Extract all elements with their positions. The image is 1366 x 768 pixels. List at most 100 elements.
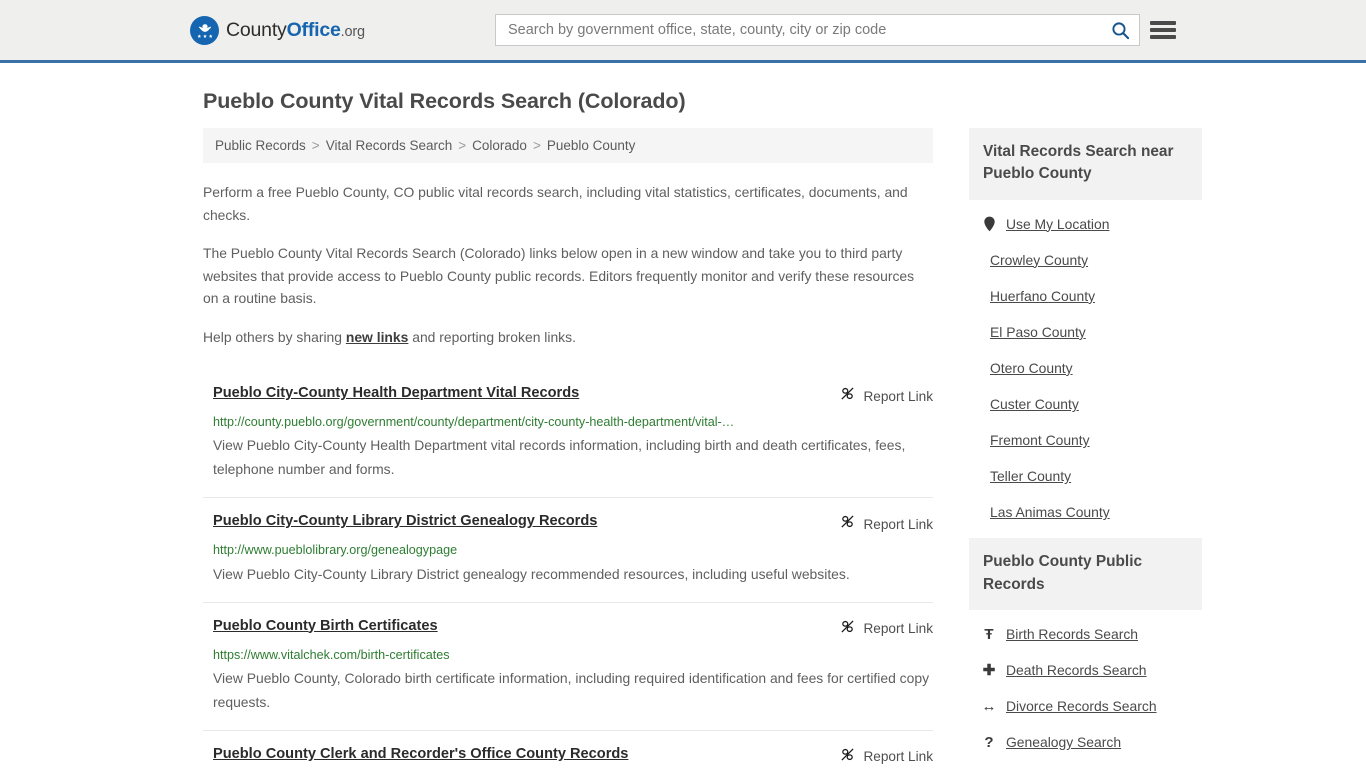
breadcrumb-item[interactable]: Colorado xyxy=(472,138,527,153)
result-item: Pueblo City-County Library District Gene… xyxy=(203,497,933,601)
breadcrumb-separator: > xyxy=(532,138,541,153)
sidebar-link[interactable]: Divorce Records Search xyxy=(1006,697,1157,715)
result-item: Pueblo City-County Health Department Vit… xyxy=(203,370,933,497)
broken-link-icon xyxy=(839,385,856,407)
hamburger-bar xyxy=(1150,21,1176,25)
breadcrumb-separator: > xyxy=(458,138,467,153)
sidebar-link[interactable]: Crowley County xyxy=(990,251,1088,269)
result-url: http://county.pueblo.org/government/coun… xyxy=(213,415,735,430)
sidebar-list-item[interactable]: Fremont County xyxy=(969,422,1202,458)
sidebar-list-item[interactable]: Ŧ Birth Records Search xyxy=(969,616,1202,652)
sidebar-link[interactable]: Las Animas County xyxy=(990,503,1110,521)
sidebar-link[interactable]: El Paso County xyxy=(990,323,1086,341)
breadcrumb-item[interactable]: Vital Records Search xyxy=(326,138,453,153)
result-header: Pueblo City-County Health Department Vit… xyxy=(213,384,933,407)
sidebar-panel: Pueblo County Public Records Ŧ Birth Recor… xyxy=(969,538,1202,768)
main-content: Public Records > Vital Records Search > Colo… xyxy=(203,128,933,768)
sidebar-list-item[interactable]: ↔ Divorce Records Search xyxy=(969,688,1202,724)
page-container: Pueblo County Vital Records Search (Colo… xyxy=(0,89,1366,768)
sidebar-list-item[interactable]: ? Genealogy Search xyxy=(969,724,1202,760)
intro-paragraph-2: The Pueblo County Vital Records Search (… xyxy=(203,245,915,307)
brand-part-tld: .org xyxy=(340,23,365,40)
search-bar[interactable] xyxy=(495,14,1140,46)
breadcrumb-separator: > xyxy=(311,138,320,153)
sidebar-panel-list: Use My Location Crowley County Huerfano Co… xyxy=(969,200,1202,531)
site-logo[interactable]: CountyOffice.org xyxy=(190,15,365,45)
result-item: Pueblo County Clerk and Recorder's Offic… xyxy=(203,729,933,768)
report-link-button[interactable]: Report Link xyxy=(839,617,933,640)
sidebar-list-item[interactable]: Crowley County xyxy=(969,242,1202,278)
baby-icon: Ŧ xyxy=(984,625,994,643)
brand-part-office: Office xyxy=(286,18,341,41)
result-header: Pueblo County Birth Certificates Report L… xyxy=(213,617,933,640)
intro-text: Perform a free Pueblo County, CO public … xyxy=(203,181,933,348)
broken-link-icon xyxy=(839,513,856,535)
sidebar-link[interactable]: Genealogy Search xyxy=(1006,733,1121,751)
intro-paragraph-1: Perform a free Pueblo County, CO public … xyxy=(203,184,908,223)
report-link-label: Report Link xyxy=(863,621,933,637)
hamburger-menu-button[interactable] xyxy=(1150,19,1176,41)
search-icon xyxy=(1111,21,1129,39)
new-links-link[interactable]: new links xyxy=(346,329,409,345)
sidebar-list-item[interactable]: Las Animas County xyxy=(969,494,1202,530)
sidebar-link[interactable]: Huerfano County xyxy=(990,287,1095,305)
broken-link-icon xyxy=(839,746,856,768)
broken-link-icon xyxy=(839,618,856,640)
breadcrumb: Public Records > Vital Records Search > Colo… xyxy=(203,128,933,163)
report-link-label: Report Link xyxy=(863,388,933,404)
sidebar-link[interactable]: Fremont County xyxy=(990,431,1090,449)
search-button[interactable] xyxy=(1101,15,1139,45)
breadcrumb-item[interactable]: Pueblo County xyxy=(547,138,636,153)
result-title-link[interactable]: Pueblo County Birth Certificates xyxy=(213,617,438,635)
sidebar-link[interactable]: Teller County xyxy=(990,467,1071,485)
sidebar-list-item[interactable]: Huerfano County xyxy=(969,278,1202,314)
results-list: Pueblo City-County Health Department Vit… xyxy=(203,370,933,768)
sidebar-link[interactable]: Custer County xyxy=(990,395,1079,413)
page-title: Pueblo County Vital Records Search (Colo… xyxy=(203,89,686,113)
search-input[interactable] xyxy=(496,15,1101,45)
hamburger-bar xyxy=(1150,28,1176,32)
brand-part-county: County xyxy=(226,18,287,41)
result-item: Pueblo County Birth Certificates Report L… xyxy=(203,601,933,730)
left-right-arrow-icon: ↔ xyxy=(981,697,997,715)
report-link-button[interactable]: Report Link xyxy=(839,745,933,768)
result-description: View Pueblo City-County Health Departmen… xyxy=(213,437,906,478)
intro-p3-after: and reporting broken links. xyxy=(408,328,576,345)
result-header: Pueblo City-County Library District Gene… xyxy=(213,512,933,535)
site-header: CountyOffice.org xyxy=(0,0,1366,63)
result-title-link[interactable]: Pueblo County Clerk and Recorder's Offic… xyxy=(213,745,628,763)
report-link-label: Report Link xyxy=(863,749,933,765)
breadcrumb-item[interactable]: Public Records xyxy=(215,138,306,153)
sidebar-list-item[interactable]: Use My Location xyxy=(969,206,1202,242)
cross-icon: ✚ xyxy=(982,661,996,679)
sidebar-list-item[interactable]: El Paso County xyxy=(969,314,1202,350)
brand-wordmark: CountyOffice.org xyxy=(226,19,365,42)
report-link-button[interactable]: Report Link xyxy=(839,384,933,407)
sidebar-panel-heading: Pueblo County Public Records xyxy=(969,538,1202,611)
sidebar-link[interactable]: Death Records Search xyxy=(1006,661,1147,679)
result-description: View Pueblo City-County Library District… xyxy=(213,565,850,582)
report-link-label: Report Link xyxy=(863,516,933,532)
sidebar-link[interactable]: Use My Location xyxy=(1006,215,1109,233)
sidebar-list-item[interactable]: ⚥Marriage Records Search xyxy=(969,760,1202,768)
report-link-button[interactable]: Report Link xyxy=(839,512,933,535)
result-description: View Pueblo County, Colorado birth certi… xyxy=(213,669,930,710)
sidebar-list-item[interactable]: Custer County xyxy=(969,386,1202,422)
result-url: https://www.vitalchek.com/birth-certific… xyxy=(213,647,450,662)
result-title-link[interactable]: Pueblo City-County Library District Gene… xyxy=(213,512,597,530)
sidebar-panel: Vital Records Search near Pueblo County U… xyxy=(969,128,1202,530)
sidebar-list-item[interactable]: Otero County xyxy=(969,350,1202,386)
sidebar-link[interactable]: Birth Records Search xyxy=(1006,625,1138,643)
sidebar-panel-list: Ŧ Birth Records Search ✚ Death Records Sear… xyxy=(969,610,1202,768)
sidebar-link[interactable]: Otero County xyxy=(990,359,1073,377)
map-pin-icon xyxy=(981,216,997,232)
result-url: http://www.pueblolibrary.org/genealogypa… xyxy=(213,543,458,558)
eagle-emblem-icon xyxy=(190,15,219,45)
sidebar-list-item[interactable]: ✚ Death Records Search xyxy=(969,652,1202,688)
intro-paragraph-3: Help others by sharing new links and rep… xyxy=(203,326,933,349)
result-title-link[interactable]: Pueblo City-County Health Department Vit… xyxy=(213,384,579,402)
question-mark-icon: ? xyxy=(984,733,994,751)
hamburger-bar xyxy=(1150,35,1176,39)
sidebar-list-item[interactable]: Teller County xyxy=(969,458,1202,494)
sidebar-panel-heading: Vital Records Search near Pueblo County xyxy=(969,128,1202,200)
